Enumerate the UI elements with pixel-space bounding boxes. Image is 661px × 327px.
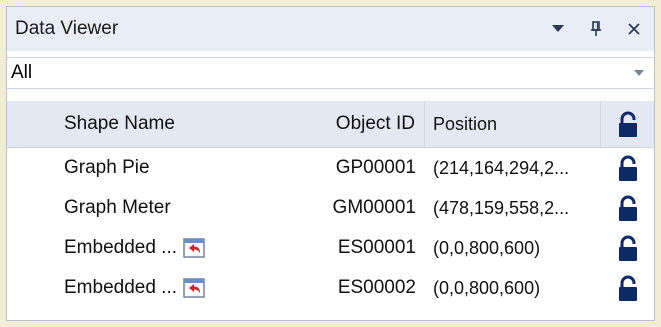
table-row[interactable]: Graph Pie GP00001 (214,164,294,2...: [7, 148, 654, 188]
column-label: Object ID: [335, 113, 415, 134]
chevron-down-icon[interactable]: [624, 59, 654, 87]
column-label: Shape Name: [64, 113, 175, 134]
shape-name-text: Graph Pie: [64, 157, 150, 178]
cell-position: (0,0,800,600): [433, 237, 541, 258]
column-header-object-id[interactable]: Object ID: [288, 101, 425, 147]
filter-dropdown[interactable]: All: [7, 57, 654, 89]
cell-position: (478,159,558,2...: [433, 197, 570, 218]
panel-title: Data Viewer: [15, 18, 119, 39]
table-row[interactable]: Embedded ... ES00002 (0,0,800,600): [7, 268, 654, 308]
cell-object-id: GM00001: [332, 197, 416, 218]
menu-dropdown-icon[interactable]: [548, 19, 568, 39]
lock-icon[interactable]: [601, 228, 654, 268]
cell-shape-name: Graph Pie: [7, 157, 288, 179]
close-icon[interactable]: [624, 19, 644, 39]
lock-all-icon[interactable]: [601, 101, 654, 147]
panel-title-bar[interactable]: Data Viewer: [7, 7, 654, 51]
table-row[interactable]: Graph Meter GM00001 (478,159,558,2...: [7, 188, 654, 228]
cell-position: (0,0,800,600): [433, 277, 541, 298]
data-viewer-panel: Data Viewer All Shape Name Object ID Pos…: [6, 6, 655, 321]
cell-object-id: ES00002: [337, 277, 416, 298]
embedded-link-icon: [183, 278, 205, 298]
shape-name-text: Embedded ...: [64, 237, 178, 258]
table-header: Shape Name Object ID Position: [7, 101, 654, 148]
shape-name-text: Embedded ...: [64, 277, 178, 298]
cell-object-id: GP00001: [335, 157, 416, 178]
pin-icon[interactable]: [586, 19, 606, 39]
shape-table: Shape Name Object ID Position Graph Pie …: [7, 101, 654, 308]
filter-selected-value: All: [11, 62, 33, 83]
column-header-shape-name[interactable]: Shape Name: [7, 113, 288, 135]
shape-name-text: Graph Meter: [64, 197, 171, 218]
cell-shape-name: Embedded ...: [7, 237, 288, 259]
lock-icon[interactable]: [601, 268, 654, 308]
title-buttons: [548, 19, 644, 39]
table-row[interactable]: Embedded ... ES00001 (0,0,800,600): [7, 228, 654, 268]
cell-shape-name: Embedded ...: [7, 277, 288, 299]
embedded-link-icon: [183, 238, 205, 258]
lock-icon[interactable]: [601, 188, 654, 228]
cell-object-id: ES00001: [337, 237, 416, 258]
cell-position: (214,164,294,2...: [433, 157, 570, 178]
cell-shape-name: Graph Meter: [7, 197, 288, 219]
column-label: Position: [433, 113, 498, 134]
lock-icon[interactable]: [601, 148, 654, 188]
column-header-position[interactable]: Position: [425, 101, 601, 147]
